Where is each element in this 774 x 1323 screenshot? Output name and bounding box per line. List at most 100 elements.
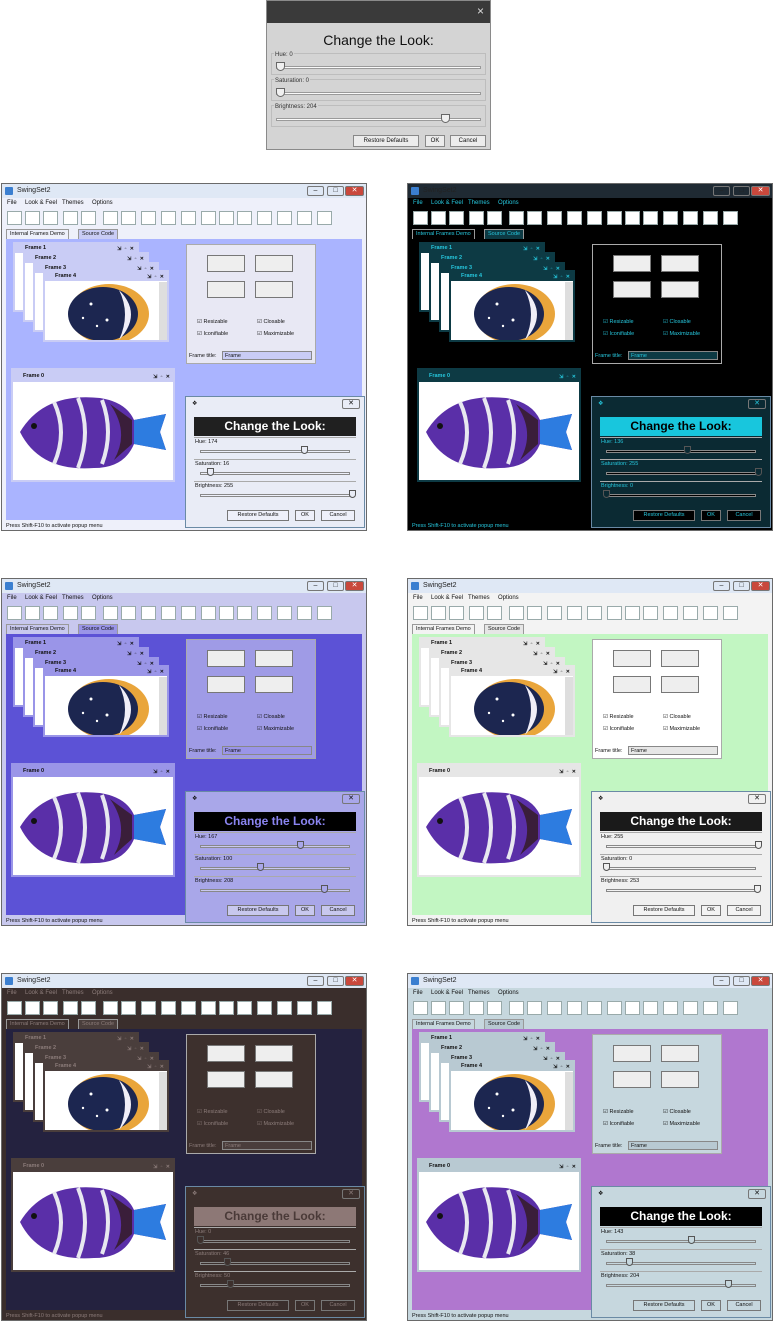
frame-controls-icon[interactable]: ⇲ ▫ ✕ [553,273,571,282]
tab-internal-frames-demo[interactable]: Internal Frames Demo [6,229,69,239]
toolbar-demo-button[interactable] [237,1001,252,1015]
menu-themes[interactable]: Themes [468,200,490,206]
menu-look-and-feel[interactable]: Look & Feel [431,990,463,996]
ok-button[interactable]: OK [295,1300,315,1311]
iconifiable-checkbox[interactable]: ☑ Iconifiable [603,726,634,732]
saturation-track[interactable] [200,867,350,870]
frame-controls-icon[interactable]: ⇲ ▫ ✕ [147,273,165,282]
tab-internal-frames-demo[interactable]: Internal Frames Demo [412,229,475,239]
frame-controls-icon[interactable]: ⇲ ▫ ✕ [559,371,577,383]
toolbar-demo-button[interactable] [703,211,718,225]
fish-icon-button[interactable] [207,650,245,667]
saturation-thumb[interactable] [626,1258,633,1266]
menu-look-and-feel[interactable]: Look & Feel [431,595,463,601]
internal-frame-4[interactable]: Frame 4 ⇲ ▫ ✕ [449,270,575,342]
tab-source-code[interactable]: Source Code [78,624,119,634]
brightness-track[interactable] [200,1284,350,1287]
minimize-button[interactable]: – [713,976,730,986]
tab-internal-frames-demo[interactable]: Internal Frames Demo [412,624,475,634]
tab-internal-frames-demo[interactable]: Internal Frames Demo [6,624,69,634]
toolbar-demo-button[interactable] [277,606,292,620]
brightness-track[interactable] [200,494,350,497]
tab-source-code[interactable]: Source Code [78,1019,119,1029]
resizable-checkbox[interactable]: ☑ Resizable [197,319,228,325]
closable-checkbox[interactable]: ☑ Closable [257,714,285,720]
toolbar-demo-button[interactable] [121,1001,136,1015]
toolbar-demo-button[interactable] [161,211,176,225]
toolbar-demo-button[interactable] [509,1001,524,1015]
car-icon-button[interactable] [661,1071,699,1088]
moon-icon-button[interactable] [255,1045,293,1062]
hue-thumb[interactable] [297,841,304,849]
hue-track[interactable] [200,845,350,848]
internal-frame-4[interactable]: Frame 4 ⇲ ▫ ✕ [43,270,169,342]
toolbar-demo-button[interactable] [703,1001,718,1015]
closable-checkbox[interactable]: ☑ Closable [257,319,285,325]
toolbar-demo-button[interactable] [297,606,312,620]
toolbar-demo-button[interactable] [25,606,40,620]
toolbar-demo-button[interactable] [201,211,216,225]
iconifiable-checkbox[interactable]: ☑ Iconifiable [197,1121,228,1127]
saturation-track[interactable] [276,92,481,95]
toolbar-demo-button[interactable] [567,606,582,620]
bug-icon-button[interactable] [613,281,651,298]
internal-frame-0[interactable]: Frame 0 ⇲ ▫ ✕ [417,1158,581,1272]
toolbar-demo-button[interactable] [663,211,678,225]
iconifiable-checkbox[interactable]: ☑ Iconifiable [197,726,228,732]
saturation-thumb[interactable] [257,863,264,871]
toolbar-demo-button[interactable] [63,1001,78,1015]
toolbar-demo-button[interactable] [297,211,312,225]
toolbar-demo-button[interactable] [449,1001,464,1015]
hue-track[interactable] [200,450,350,453]
closable-checkbox[interactable]: ☑ Closable [257,1109,285,1115]
resizable-checkbox[interactable]: ☑ Resizable [197,714,228,720]
internal-frame-4[interactable]: Frame 4 ⇲ ▫ ✕ [449,665,575,737]
toolbar-demo-button[interactable] [723,1001,738,1015]
cancel-button[interactable]: Cancel [321,1300,355,1311]
cancel-button[interactable]: Cancel [727,905,761,916]
toolbar-demo-button[interactable] [219,606,234,620]
frame-controls-icon[interactable]: ⇲ ▫ ✕ [559,766,577,778]
toolbar-demo-button[interactable] [567,1001,582,1015]
maximize-button[interactable]: □ [327,186,344,196]
toolbar-demo-button[interactable] [643,606,658,620]
toolbar-demo-button[interactable] [527,1001,542,1015]
saturation-thumb[interactable] [207,468,214,476]
toolbar-demo-button[interactable] [487,606,502,620]
toolbar-demo-button[interactable] [527,606,542,620]
ok-button[interactable]: OK [425,135,445,147]
internal-frame-0[interactable]: Frame 0 ⇲ ▫ ✕ [11,368,175,482]
tab-internal-frames-demo[interactable]: Internal Frames Demo [412,1019,475,1029]
toolbar-demo-button[interactable] [103,606,118,620]
toolbar-demo-button[interactable] [527,211,542,225]
menu-look-and-feel[interactable]: Look & Feel [25,990,57,996]
toolbar-demo-button[interactable] [63,211,78,225]
restore-defaults-button[interactable]: Restore Defaults [227,510,289,521]
menu-options[interactable]: Options [92,200,113,206]
saturation-thumb[interactable] [224,1258,231,1266]
toolbar-demo-button[interactable] [161,1001,176,1015]
toolbar-demo-button[interactable] [487,211,502,225]
toolbar-demo-button[interactable] [181,606,196,620]
toolbar-demo-button[interactable] [81,606,96,620]
toolbar-demo-button[interactable] [449,606,464,620]
frame-title-field[interactable]: Frame [222,351,312,360]
toolbar-demo-button[interactable] [257,1001,272,1015]
hue-thumb[interactable] [684,446,691,454]
internal-frame-0[interactable]: Frame 0 ⇲ ▫ ✕ [11,763,175,877]
toolbar-demo-button[interactable] [625,1001,640,1015]
toolbar-demo-button[interactable] [43,1001,58,1015]
menu-themes[interactable]: Themes [62,990,84,996]
toolbar-demo-button[interactable] [607,606,622,620]
toolbar-demo-button[interactable] [703,606,718,620]
close-button[interactable]: ✕ [751,581,770,591]
toolbar-demo-button[interactable] [43,606,58,620]
menu-options[interactable]: Options [92,990,113,996]
close-button[interactable]: ✕ [342,794,360,804]
frame-title-field[interactable]: Frame [222,746,312,755]
close-button[interactable]: ✕ [345,581,364,591]
close-button[interactable]: ✕ [345,976,364,986]
menu-look-and-feel[interactable]: Look & Feel [431,200,463,206]
internal-frame-0[interactable]: Frame 0 ⇲ ▫ ✕ [417,763,581,877]
frame-controls-icon[interactable]: ⇲ ▫ ✕ [553,668,571,677]
